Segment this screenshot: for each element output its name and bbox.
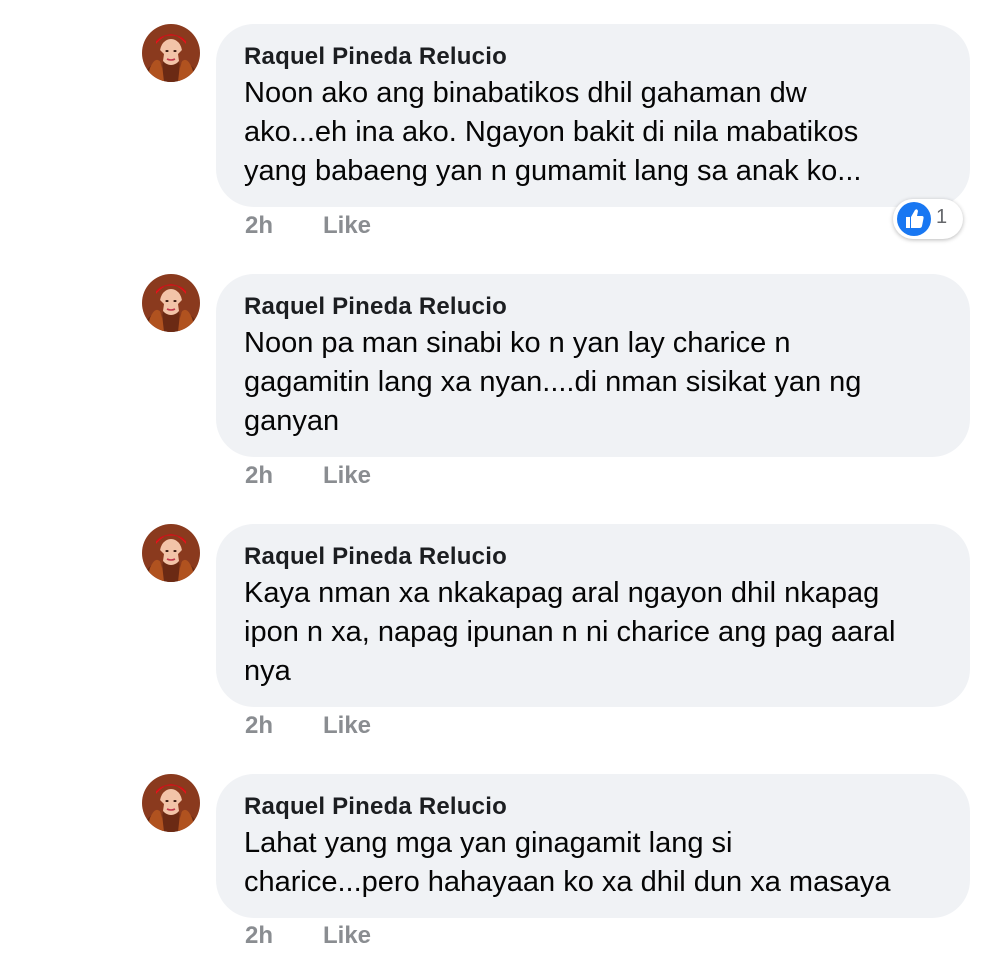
- like-button[interactable]: Like: [323, 922, 371, 950]
- thumbs-up-icon: [897, 202, 931, 236]
- comment-text: Kaya nman xa nkakapag aral ngayon dhil n…: [244, 577, 896, 687]
- comment-meta: 2h Like: [245, 212, 371, 240]
- comment-bubble: Raquel Pineda Relucio Kaya nman xa nkaka…: [216, 524, 970, 707]
- comment-meta: 2h Like: [245, 922, 371, 950]
- comment-author[interactable]: Raquel Pineda Relucio: [244, 792, 944, 822]
- reaction-summary[interactable]: 1: [893, 199, 963, 239]
- like-button[interactable]: Like: [323, 212, 371, 240]
- comment-bubble: Raquel Pineda Relucio Lahat yang mga yan…: [216, 774, 970, 918]
- comment-text: Noon ako ang binabatikos dhil gahaman dw…: [244, 77, 862, 187]
- comment-author[interactable]: Raquel Pineda Relucio: [244, 292, 944, 322]
- comment-timestamp[interactable]: 2h: [245, 462, 323, 490]
- comment-timestamp[interactable]: 2h: [245, 212, 323, 240]
- reaction-count: 1: [936, 206, 948, 228]
- comment-author[interactable]: Raquel Pineda Relucio: [244, 42, 944, 72]
- like-button[interactable]: Like: [323, 462, 371, 490]
- comment-meta: 2h Like: [245, 712, 371, 740]
- comment-bubble: Raquel Pineda Relucio Noon pa man sinabi…: [216, 274, 970, 457]
- comment-meta: 2h Like: [245, 462, 371, 490]
- comment-bubble: Raquel Pineda Relucio Noon ako ang binab…: [216, 24, 970, 207]
- avatar[interactable]: [142, 24, 200, 82]
- avatar[interactable]: [142, 274, 200, 332]
- avatar[interactable]: [142, 774, 200, 832]
- comment-timestamp[interactable]: 2h: [245, 922, 323, 950]
- like-button[interactable]: Like: [323, 712, 371, 740]
- comment-text: Lahat yang mga yan ginagamit lang si cha…: [244, 827, 891, 898]
- comment-timestamp[interactable]: 2h: [245, 712, 323, 740]
- comment-text: Noon pa man sinabi ko n yan lay charice …: [244, 327, 862, 437]
- avatar[interactable]: [142, 524, 200, 582]
- comment-author[interactable]: Raquel Pineda Relucio: [244, 542, 944, 572]
